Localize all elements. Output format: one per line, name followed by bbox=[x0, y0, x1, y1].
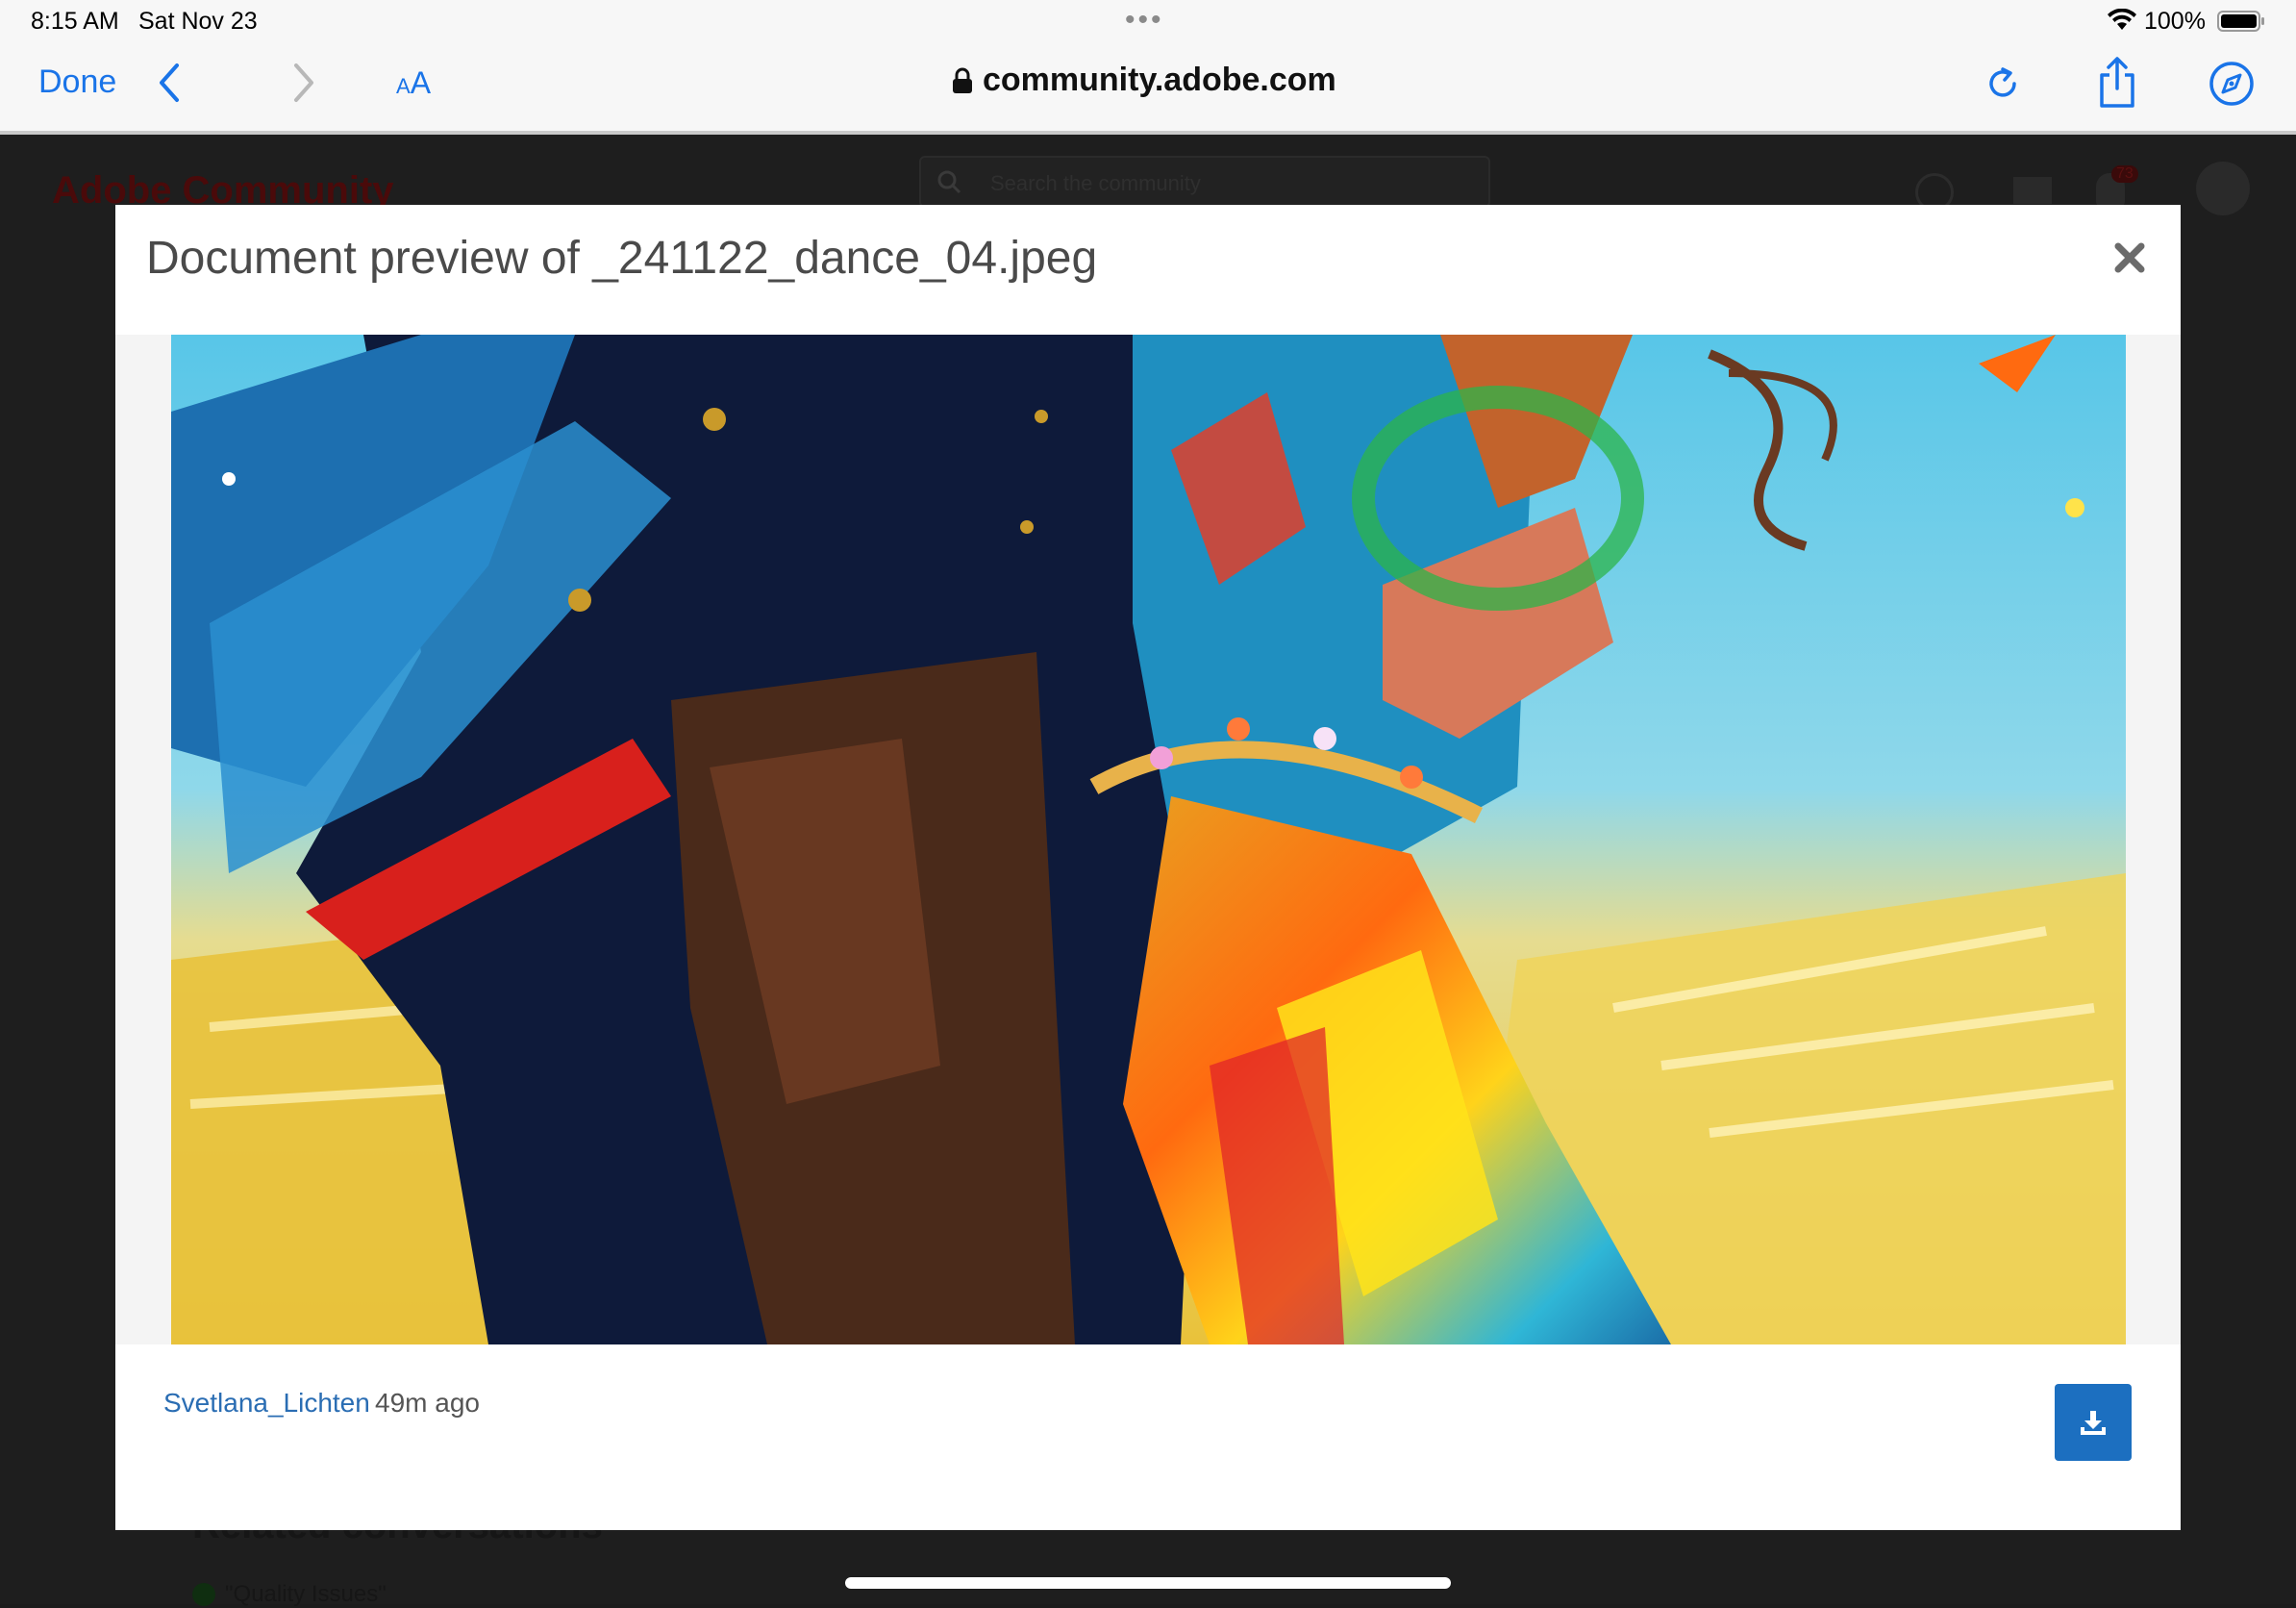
text-size-large-label: A bbox=[410, 65, 432, 100]
preview-area bbox=[115, 335, 2181, 1344]
lock-icon bbox=[953, 67, 972, 93]
mail-icon bbox=[2013, 177, 2052, 204]
status-date: Sat Nov 23 bbox=[138, 8, 258, 35]
author-link[interactable]: Svetlana_Lichten bbox=[163, 1388, 370, 1419]
reload-icon[interactable] bbox=[1983, 63, 2023, 104]
multitasking-dots-icon[interactable]: ••• bbox=[1125, 6, 1164, 35]
compass-icon[interactable] bbox=[2208, 60, 2256, 108]
url-text: community.adobe.com bbox=[983, 62, 1336, 98]
search-icon bbox=[937, 170, 961, 194]
check-icon bbox=[192, 1583, 215, 1606]
modal-title: Document preview of _241122_dance_04.jpe… bbox=[146, 233, 1098, 284]
download-button[interactable] bbox=[2055, 1384, 2132, 1461]
notification-badge: 73 bbox=[2111, 165, 2138, 183]
community-search-input: Search the community bbox=[919, 156, 1490, 208]
posted-time: 49m ago bbox=[375, 1388, 480, 1418]
document-preview-modal: Document preview of _241122_dance_04.jpe… bbox=[115, 205, 2181, 1530]
wifi-icon bbox=[2108, 9, 2136, 30]
share-icon[interactable] bbox=[2096, 56, 2138, 110]
status-bar: 8:15 AM Sat Nov 23 ••• 100% bbox=[0, 0, 2296, 44]
close-icon[interactable] bbox=[2113, 241, 2146, 274]
back-chevron-icon[interactable] bbox=[154, 60, 185, 106]
battery-percent: 100% bbox=[2144, 8, 2206, 35]
status-time: 8:15 AM bbox=[31, 8, 119, 35]
text-size-button[interactable]: AA bbox=[396, 65, 431, 101]
browser-toolbar: Done AA community.adobe.com bbox=[0, 44, 2296, 135]
search-placeholder: Search the community bbox=[990, 171, 1201, 195]
address-bar[interactable]: community.adobe.com bbox=[952, 62, 1336, 99]
preview-image[interactable] bbox=[171, 335, 2126, 1344]
done-button[interactable]: Done bbox=[38, 63, 116, 101]
download-icon bbox=[2081, 1411, 2106, 1435]
text-size-small-label: A bbox=[396, 74, 411, 98]
battery-icon bbox=[2217, 11, 2264, 32]
avatar bbox=[2196, 162, 2250, 215]
forward-chevron-icon[interactable] bbox=[288, 60, 319, 106]
home-indicator[interactable] bbox=[845, 1577, 1451, 1589]
